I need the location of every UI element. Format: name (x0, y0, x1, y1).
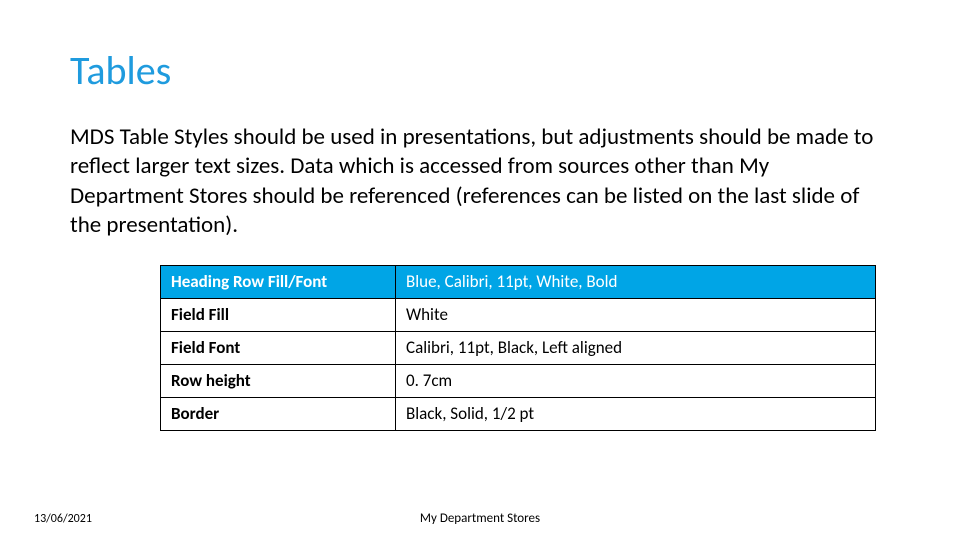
table-cell-label: Field Fill (161, 298, 396, 331)
table-header-label: Heading Row Fill/Font (161, 265, 396, 298)
table-cell-value: Black, Solid, 1/2 pt (396, 397, 876, 430)
table-cell-value: White (396, 298, 876, 331)
slide-title: Tables (70, 46, 890, 95)
table-header-row: Heading Row Fill/Font Blue, Calibri, 11p… (161, 265, 876, 298)
slide-footer: 13/06/2021 My Department Stores (0, 506, 960, 526)
style-table: Heading Row Fill/Font Blue, Calibri, 11p… (160, 265, 876, 431)
table-cell-value: Calibri, 11pt, Black, Left aligned (396, 331, 876, 364)
slide: Tables MDS Table Styles should be used i… (0, 0, 960, 540)
body-paragraph: MDS Table Styles should be used in prese… (70, 123, 880, 241)
table-row: Field Fill White (161, 298, 876, 331)
table-header-value: Blue, Calibri, 11pt, White, Bold (396, 265, 876, 298)
footer-org: My Department Stores (0, 511, 960, 526)
table-row: Row height 0. 7cm (161, 364, 876, 397)
table-row: Border Black, Solid, 1/2 pt (161, 397, 876, 430)
table-cell-label: Row height (161, 364, 396, 397)
table-cell-value: 0. 7cm (396, 364, 876, 397)
table-row: Field Font Calibri, 11pt, Black, Left al… (161, 331, 876, 364)
table-cell-label: Border (161, 397, 396, 430)
table-cell-label: Field Font (161, 331, 396, 364)
